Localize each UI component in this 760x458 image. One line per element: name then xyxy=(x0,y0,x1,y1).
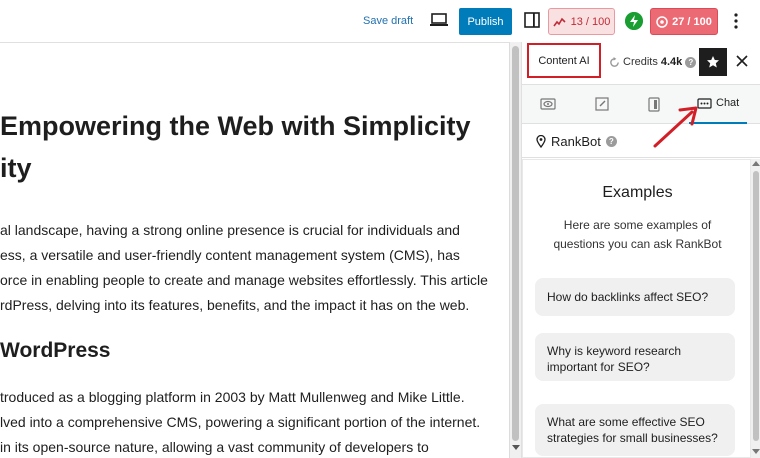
post-title-line: ity xyxy=(0,153,32,183)
paragraph-line: orce in enabling people to create and ma… xyxy=(0,272,488,288)
location-pin-icon xyxy=(536,134,546,148)
content-ai-icon xyxy=(656,15,668,28)
active-tab-indicator xyxy=(689,122,747,124)
rankbot-header: RankBot ? xyxy=(522,125,760,158)
post-title-line: Empowering the Web with Simplicity xyxy=(0,111,471,141)
top-toolbar: Save draft Publish 13 / 100 27 / 100 xyxy=(0,0,760,42)
paragraph-line: rdPress, delving into its features, bene… xyxy=(0,297,470,313)
scrollbar-thumb[interactable] xyxy=(753,171,759,441)
sidebar-header: Content AI Credits 4.4k ? xyxy=(522,42,760,84)
example-question[interactable]: How do backlinks affect SEO? xyxy=(535,278,735,316)
content-score-value: 27 / 100 xyxy=(672,15,712,28)
more-options-icon[interactable] xyxy=(733,13,739,29)
example-question[interactable]: What are some effective SEO strategies f… xyxy=(535,404,735,456)
eye-icon[interactable] xyxy=(540,96,556,112)
scroll-down-arrow[interactable] xyxy=(512,445,520,450)
edit-icon[interactable] xyxy=(594,96,610,112)
scroll-down-arrow[interactable] xyxy=(752,449,760,454)
examples-panel: Examples Here are some examples of quest… xyxy=(522,159,751,458)
sidebar-scrollbar[interactable] xyxy=(751,159,760,458)
help-icon[interactable]: ? xyxy=(605,135,617,147)
paragraph-block[interactable]: troduced as a blogging platform in 2003 … xyxy=(0,385,509,458)
content-ai-sidebar: Content AI Credits 4.4k ? Chat RankBot ?… xyxy=(521,42,760,458)
close-icon[interactable] xyxy=(736,55,748,67)
settings-panel-icon[interactable] xyxy=(524,12,540,28)
save-draft-button[interactable]: Save draft xyxy=(363,15,413,27)
heading-block[interactable]: WordPress xyxy=(0,339,111,363)
chat-tab-label: Chat xyxy=(716,97,740,109)
seo-score-value: 13 / 100 xyxy=(570,15,611,28)
paragraph-line: in its open-source nature, allowing a va… xyxy=(0,439,429,455)
chat-icon xyxy=(697,97,712,109)
content-ai-tools: Chat xyxy=(522,84,760,124)
credits-display: Credits 4.4k ? xyxy=(609,56,697,68)
pin-star-button[interactable] xyxy=(699,48,727,76)
paragraph-line: lved into a comprehensive CMS, powering … xyxy=(0,414,481,430)
publish-button[interactable]: Publish xyxy=(459,8,512,35)
scrollbar-thumb[interactable] xyxy=(512,46,519,441)
preview-icon[interactable] xyxy=(430,12,448,28)
rankbot-label: RankBot xyxy=(551,133,601,149)
help-icon[interactable]: ? xyxy=(685,56,697,68)
paragraph-line: troduced as a blogging platform in 2003 … xyxy=(0,389,465,405)
refresh-icon[interactable] xyxy=(609,56,620,68)
content-score-badge[interactable]: 27 / 100 xyxy=(650,8,718,35)
examples-description: Here are some examples of questions you … xyxy=(553,218,722,251)
editor-canvas[interactable]: Empowering the Web with Simplicity ity a… xyxy=(0,42,509,458)
seo-score-badge[interactable]: 13 / 100 xyxy=(548,8,615,35)
paragraph-block[interactable]: al landscape, having a strong online pre… xyxy=(0,218,509,318)
scroll-up-arrow[interactable] xyxy=(752,161,760,166)
tab-chat[interactable]: Chat xyxy=(697,97,739,109)
chat-area: Examples Here are some examples of quest… xyxy=(522,159,760,458)
example-question[interactable]: Why is keyword research important for SE… xyxy=(535,333,735,381)
rank-math-icon xyxy=(552,17,566,26)
paragraph-line: ess, a versatile and user-friendly conte… xyxy=(0,247,460,263)
star-icon xyxy=(707,56,719,68)
examples-title: Examples xyxy=(602,184,673,201)
credits-value: 4.4k xyxy=(660,56,683,68)
clipboard-icon[interactable] xyxy=(646,96,662,112)
tab-content-ai[interactable]: Content AI xyxy=(527,43,601,78)
post-title[interactable]: Empowering the Web with Simplicity ity xyxy=(0,105,509,189)
credits-label: Credits xyxy=(623,56,658,68)
performance-icon[interactable] xyxy=(625,12,643,30)
paragraph-line: al landscape, having a strong online pre… xyxy=(0,222,460,238)
editor-scrollbar[interactable] xyxy=(509,42,521,458)
